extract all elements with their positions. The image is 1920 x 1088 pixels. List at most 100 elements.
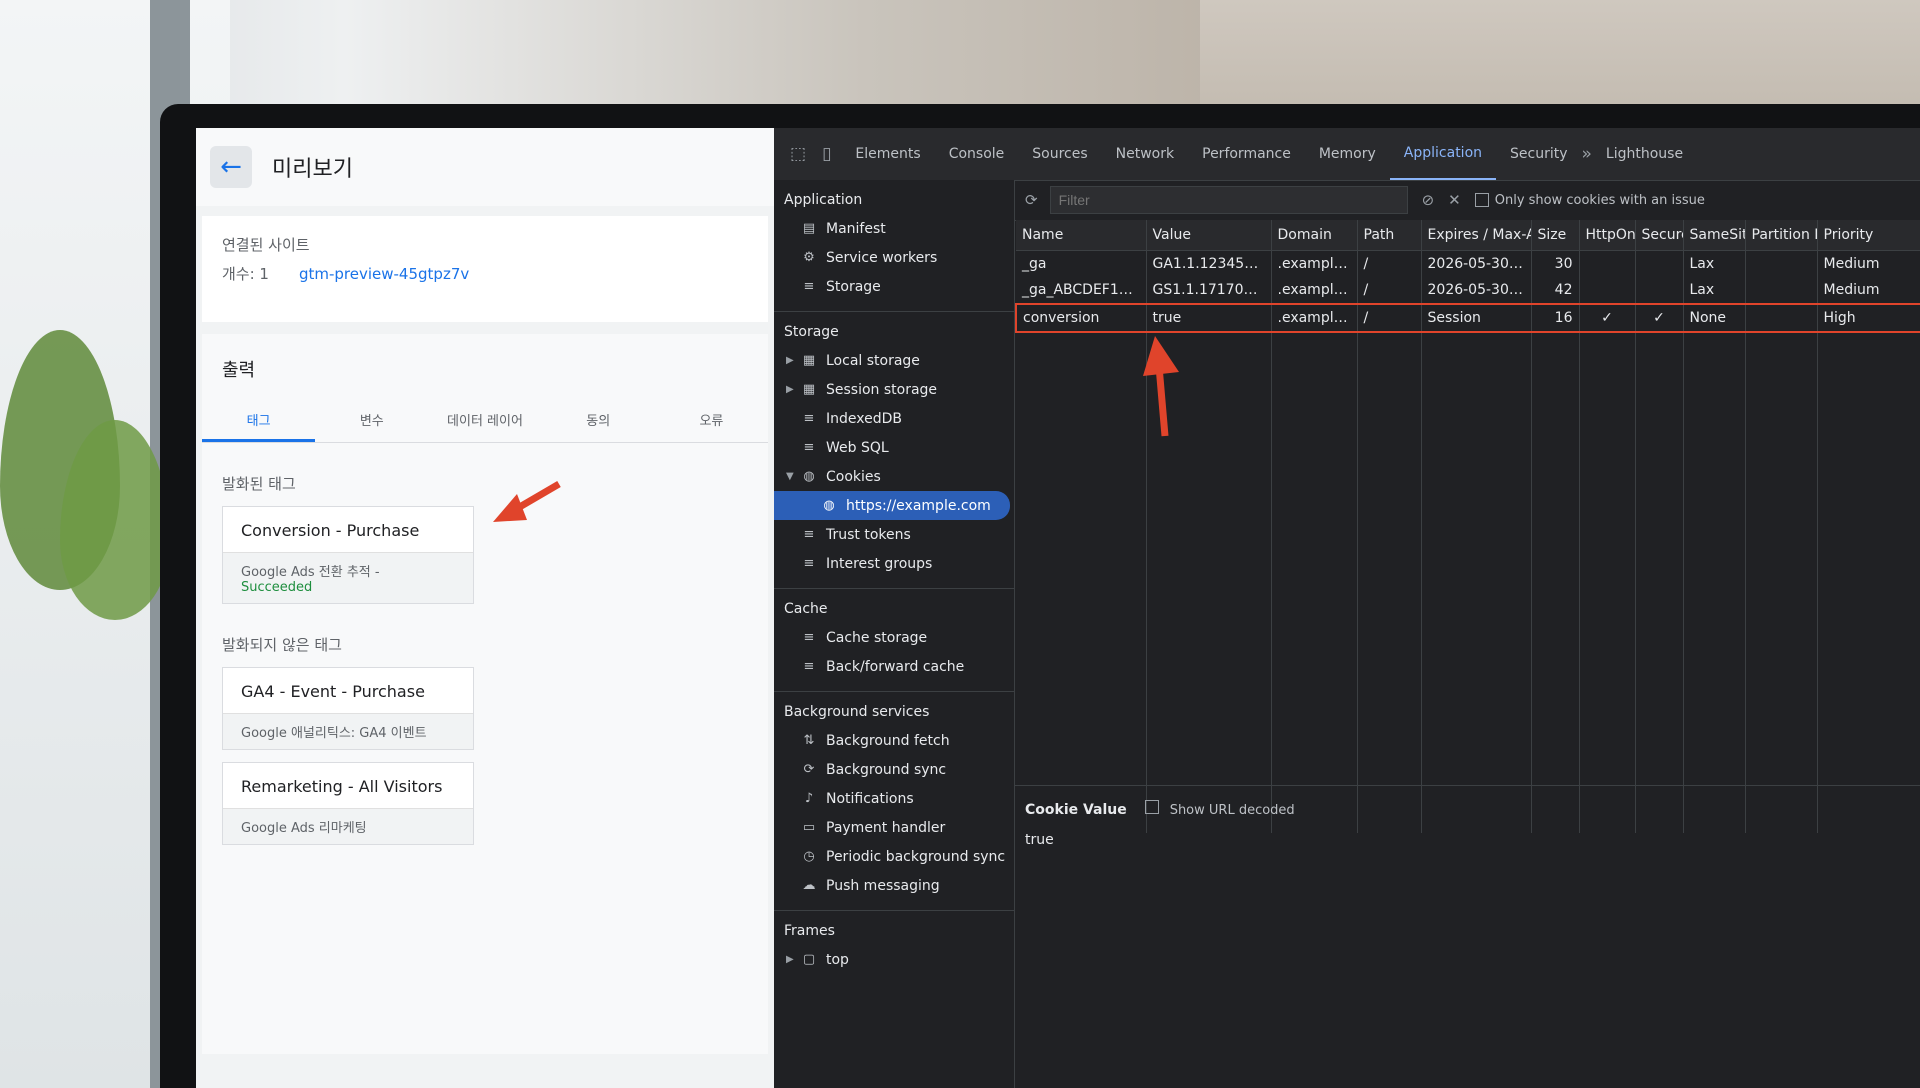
- secure-check: ✓: [1635, 303, 1684, 333]
- chevron-down-icon[interactable]: ▼: [786, 471, 798, 482]
- tab-data-layer[interactable]: 데이터 레이어: [428, 396, 541, 442]
- annotation-arrow-left-icon: [493, 480, 561, 522]
- sidebar-item-periodic-background-sync[interactable]: ◷ Periodic background sync: [774, 842, 1014, 871]
- grid-icon: ▦: [802, 353, 816, 368]
- database-icon: ≡: [803, 279, 815, 294]
- tab-performance[interactable]: Performance: [1188, 128, 1305, 180]
- col-name[interactable]: Name: [1016, 220, 1147, 251]
- chevron-right-icon[interactable]: ▶: [786, 384, 798, 395]
- sidebar-item-cookies[interactable]: ▼ ◍ Cookies: [774, 462, 1014, 491]
- refresh-icon[interactable]: ⟳: [1025, 191, 1038, 209]
- httponly-check: ✓: [1579, 303, 1636, 333]
- cookies-main: ⟳ ⊘ ✕ Only show cookies with an issue Na…: [1015, 180, 1920, 1088]
- gear-icon: ⚙: [803, 250, 815, 265]
- tag-card-conversion-purchase[interactable]: Conversion - Purchase Google Ads 전환 추적 -…: [222, 506, 474, 604]
- database-icon: ≡: [803, 659, 815, 674]
- sidebar-item-manifest[interactable]: ▤ Manifest: [774, 214, 1014, 243]
- clear-filtered-icon[interactable]: ⊘: [1422, 191, 1435, 209]
- col-domain[interactable]: Domain: [1271, 220, 1358, 251]
- sidebar-item-frame-top[interactable]: ▶ ▢ top: [774, 945, 1014, 974]
- filter-input[interactable]: [1049, 186, 1408, 214]
- table-row-highlighted[interactable]: conversion true .example.com / Session 1…: [1015, 303, 1920, 333]
- sidebar-item-interest-groups[interactable]: ≡ Interest groups: [774, 549, 1014, 578]
- tab-security[interactable]: Security: [1496, 128, 1582, 180]
- sidebar-item-web-sql[interactable]: ≡ Web SQL: [774, 433, 1014, 462]
- inspect-element-icon[interactable]: ⬚: [790, 144, 806, 164]
- col-priority[interactable]: Priority: [1817, 220, 1920, 251]
- cookie-value-pane: Cookie Value Show URL decoded true: [1015, 786, 1920, 862]
- tab-memory[interactable]: Memory: [1305, 128, 1390, 180]
- tab-console[interactable]: Console: [935, 128, 1019, 180]
- tab-variables[interactable]: 변수: [315, 396, 428, 442]
- sidebar-item-storage[interactable]: ≡ Storage: [774, 272, 1014, 301]
- sidebar-item-background-fetch[interactable]: ⇅ Background fetch: [774, 726, 1014, 755]
- connected-site-card: 연결된 사이트 개수: 1 gtm-preview-45gtpz7v: [202, 216, 768, 322]
- tab-elements[interactable]: Elements: [841, 128, 934, 180]
- col-size[interactable]: Size: [1531, 220, 1580, 251]
- col-partition-key[interactable]: Partition Key: [1745, 220, 1818, 251]
- col-value[interactable]: Value: [1146, 220, 1272, 251]
- tag-type: Google 애널리틱스: GA4 이벤트: [223, 713, 473, 749]
- gtm-preview-panel: ← 미리보기 연결된 사이트 개수: 1 gtm-preview-45gtpz7…: [196, 128, 774, 1088]
- grid-icon: ▦: [802, 382, 816, 397]
- site-link[interactable]: gtm-preview-45gtpz7v: [299, 265, 469, 283]
- output-section: 출력 태그 변수 데이터 레이어 동의 오류 발화된 태그 Conversion…: [202, 334, 768, 1054]
- sidebar-item-cookies-example-com[interactable]: ◍ https://example.com: [774, 491, 1010, 520]
- tab-tags[interactable]: 태그: [202, 396, 316, 442]
- sidebar-item-payment-handler[interactable]: ▭ Payment handler: [774, 813, 1014, 842]
- cookies-table: Name Value Domain Path Expires / Max-Age…: [1015, 220, 1920, 833]
- file-icon: ▤: [802, 221, 816, 236]
- col-httponly[interactable]: HttpOnly: [1579, 220, 1636, 251]
- url-decoded-label: Show URL decoded: [1169, 803, 1295, 818]
- cookie-value-title: Cookie Value: [1025, 802, 1127, 818]
- devtools-panel: ⬚ ▯ Elements Console Sources Network Per…: [774, 128, 1920, 1088]
- tab-lighthouse[interactable]: Lighthouse: [1592, 128, 1697, 180]
- table-row[interactable]: _ga_ABCDEF1234 GS1.1.1717046789.1... .ex…: [1016, 277, 1920, 304]
- tag-card-ga4-event-purchase[interactable]: GA4 - Event - Purchase Google 애널리틱스: GA4…: [222, 667, 474, 750]
- url-decoded-checkbox[interactable]: [1145, 800, 1160, 814]
- group-storage: Storage: [784, 324, 839, 340]
- output-tabs: 태그 변수 데이터 레이어 동의 오류: [202, 396, 768, 443]
- delete-icon[interactable]: ✕: [1448, 191, 1461, 209]
- sidebar-item-notifications[interactable]: ♪ Notifications: [774, 784, 1014, 813]
- sidebar-item-local-storage[interactable]: ▶ ▦ Local storage: [774, 346, 1014, 375]
- chevron-right-icon[interactable]: ▶: [786, 954, 798, 965]
- sidebar-item-back-forward-cache[interactable]: ≡ Back/forward cache: [774, 652, 1014, 681]
- database-icon: ≡: [803, 630, 815, 645]
- sidebar-item-cache-storage[interactable]: ≡ Cache storage: [774, 623, 1014, 652]
- col-secure[interactable]: Secure: [1635, 220, 1684, 251]
- tab-sources[interactable]: Sources: [1018, 128, 1101, 180]
- more-tabs-icon[interactable]: »: [1582, 144, 1592, 164]
- frame-icon: ▢: [802, 952, 816, 967]
- col-samesite[interactable]: SameSite: [1683, 220, 1746, 251]
- cloud-icon: ☁: [802, 878, 816, 893]
- tab-application[interactable]: Application: [1389, 128, 1497, 180]
- tag-name: Conversion - Purchase: [241, 521, 420, 540]
- table-header-row: Name Value Domain Path Expires / Max-Age…: [1016, 220, 1920, 251]
- chevron-right-icon[interactable]: ▶: [786, 355, 798, 366]
- device-toolbar-icon[interactable]: ▯: [822, 144, 831, 164]
- sidebar-item-trust-tokens[interactable]: ≡ Trust tokens: [774, 520, 1014, 549]
- col-path[interactable]: Path: [1357, 220, 1422, 251]
- site-count: 개수: 1: [222, 265, 269, 283]
- sidebar-item-session-storage[interactable]: ▶ ▦ Session storage: [774, 375, 1014, 404]
- col-expires[interactable]: Expires / Max-Age: [1421, 220, 1532, 251]
- tab-errors[interactable]: 오류: [655, 396, 768, 442]
- group-cache: Cache: [784, 601, 828, 617]
- up-down-arrows-icon: ⇅: [803, 733, 815, 748]
- issue-only-checkbox[interactable]: [1474, 193, 1489, 207]
- tag-name: GA4 - Event - Purchase: [241, 682, 425, 701]
- tab-network[interactable]: Network: [1102, 128, 1188, 180]
- output-title: 출력: [222, 360, 256, 381]
- back-button[interactable]: ←: [210, 146, 252, 188]
- tab-consent[interactable]: 동의: [542, 396, 655, 442]
- gtm-header: ← 미리보기: [196, 128, 774, 206]
- sidebar-item-service-workers[interactable]: ⚙ Service workers: [774, 243, 1014, 272]
- tag-card-remarketing-all-visitors[interactable]: Remarketing - All Visitors Google Ads 리마…: [222, 762, 474, 845]
- table-row[interactable]: _ga GA1.1.123456789.17... .example.com /…: [1016, 250, 1920, 277]
- sidebar-item-indexeddb[interactable]: ≡ IndexedDB: [774, 404, 1014, 433]
- group-application: Application: [784, 192, 863, 208]
- sidebar-item-background-sync[interactable]: ⟳ Background sync: [774, 755, 1014, 784]
- page-title: 미리보기: [272, 157, 353, 182]
- sidebar-item-push-messaging[interactable]: ☁ Push messaging: [774, 871, 1014, 900]
